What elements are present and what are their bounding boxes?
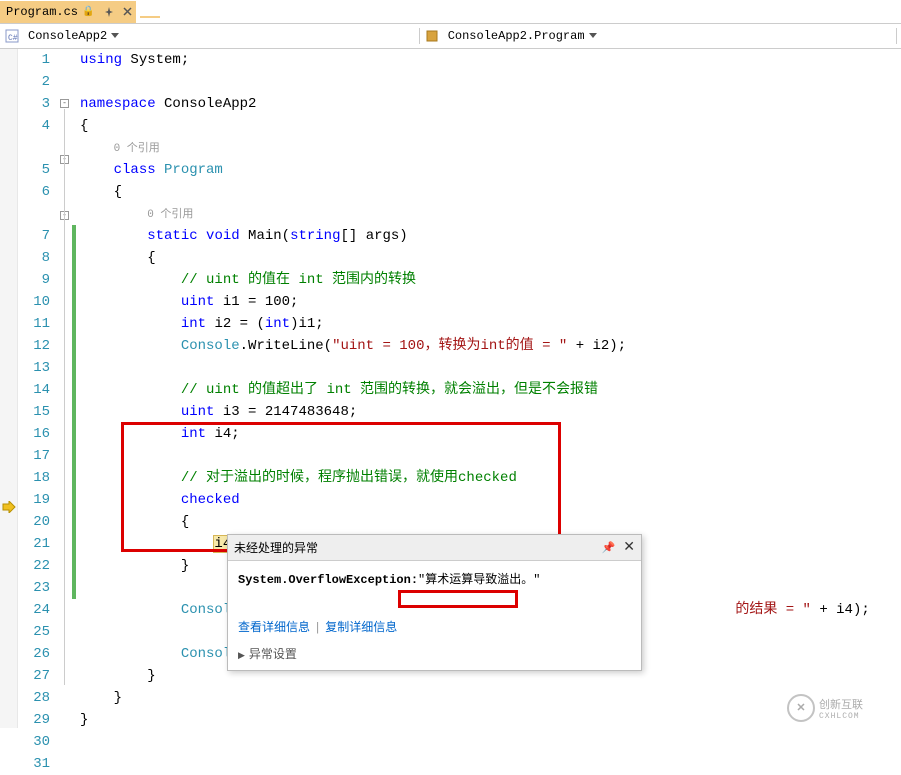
popup-body: System.OverflowException:"算术运算导致溢出。" — [228, 561, 641, 596]
line-number: 30 — [18, 731, 50, 753]
line-number: 9 — [18, 269, 50, 291]
divider — [896, 28, 897, 44]
tab-filename: Program.cs — [6, 5, 78, 19]
code-lens[interactable]: 0 个引用 — [147, 209, 193, 221]
fold-toggle[interactable]: - — [60, 99, 69, 108]
line-number: 14 — [18, 379, 50, 401]
line-number: 16 — [18, 423, 50, 445]
line-number: 19 — [18, 489, 50, 511]
line-number: 13 — [18, 357, 50, 379]
current-line-arrow — [2, 501, 16, 513]
line-number: 1 — [18, 49, 50, 71]
popup-header: 未经处理的异常 📌 ✕ — [228, 535, 641, 561]
exception-type: System.OverflowException: — [238, 573, 418, 587]
line-number: 25 — [18, 621, 50, 643]
code-lens[interactable]: 0 个引用 — [114, 143, 160, 155]
tab-bar: Program.cs 🔒 — [0, 0, 901, 24]
close-icon[interactable] — [118, 1, 136, 23]
class-icon — [424, 28, 440, 44]
popup-links: 查看详细信息|复制详细信息 — [228, 614, 641, 643]
popup-title: 未经处理的异常 — [234, 539, 602, 556]
popup-footer[interactable]: 异常设置 — [228, 643, 641, 670]
line-number: 8 — [18, 247, 50, 269]
line-number: 7 — [18, 225, 50, 247]
divider — [419, 28, 420, 44]
pin-icon[interactable]: 📌 — [602, 541, 616, 555]
close-icon[interactable]: ✕ — [623, 539, 635, 556]
line-number: 5 — [18, 159, 50, 181]
tab-overflow[interactable] — [140, 6, 160, 18]
copy-details-link[interactable]: 复制详细信息 — [325, 621, 397, 635]
line-number: 11 — [18, 313, 50, 335]
watermark-icon: ✕ — [787, 694, 815, 722]
line-number: 20 — [18, 511, 50, 533]
pin-icon[interactable] — [100, 1, 118, 23]
exception-message: "算术运算导致溢出。" — [418, 573, 540, 587]
breakpoint-gutter[interactable] — [0, 49, 18, 728]
line-number: 22 — [18, 555, 50, 577]
line-number: 2 — [18, 71, 50, 93]
view-details-link[interactable]: 查看详细信息 — [238, 621, 310, 635]
line-number: 24 — [18, 599, 50, 621]
line-number: 12 — [18, 335, 50, 357]
nav-bar: C# ConsoleApp2 ConsoleApp2.Program — [0, 24, 901, 49]
line-number: 21 — [18, 533, 50, 555]
class-dropdown[interactable]: ConsoleApp2.Program — [444, 29, 601, 43]
line-number: 26 — [18, 643, 50, 665]
expand-icon[interactable] — [238, 648, 249, 662]
line-numbers: 1 2 3 4 5 6 7 8 9 10 11 12 13 14 15 16 1… — [18, 49, 58, 728]
line-number: 10 — [18, 291, 50, 313]
line-number: 4 — [18, 115, 50, 137]
namespace-dropdown[interactable]: ConsoleApp2 — [24, 29, 123, 43]
svg-text:C#: C# — [8, 34, 18, 43]
exception-popup: 未经处理的异常 📌 ✕ System.OverflowException:"算术… — [227, 534, 642, 671]
lock-icon: 🔒 — [82, 6, 94, 18]
line-number: 23 — [18, 577, 50, 599]
csharp-file-icon: C# — [4, 28, 20, 44]
line-number: 28 — [18, 687, 50, 709]
line-number: 31 — [18, 753, 50, 775]
fold-gutter[interactable]: - - - — [58, 49, 72, 728]
line-number: 6 — [18, 181, 50, 203]
file-tab[interactable]: Program.cs 🔒 — [0, 1, 100, 23]
line-number: 27 — [18, 665, 50, 687]
line-number: 18 — [18, 467, 50, 489]
line-number: 15 — [18, 401, 50, 423]
line-number: 3 — [18, 93, 50, 115]
watermark: ✕ 创新互联 CXHLCOM — [787, 692, 897, 724]
line-number: 17 — [18, 445, 50, 467]
